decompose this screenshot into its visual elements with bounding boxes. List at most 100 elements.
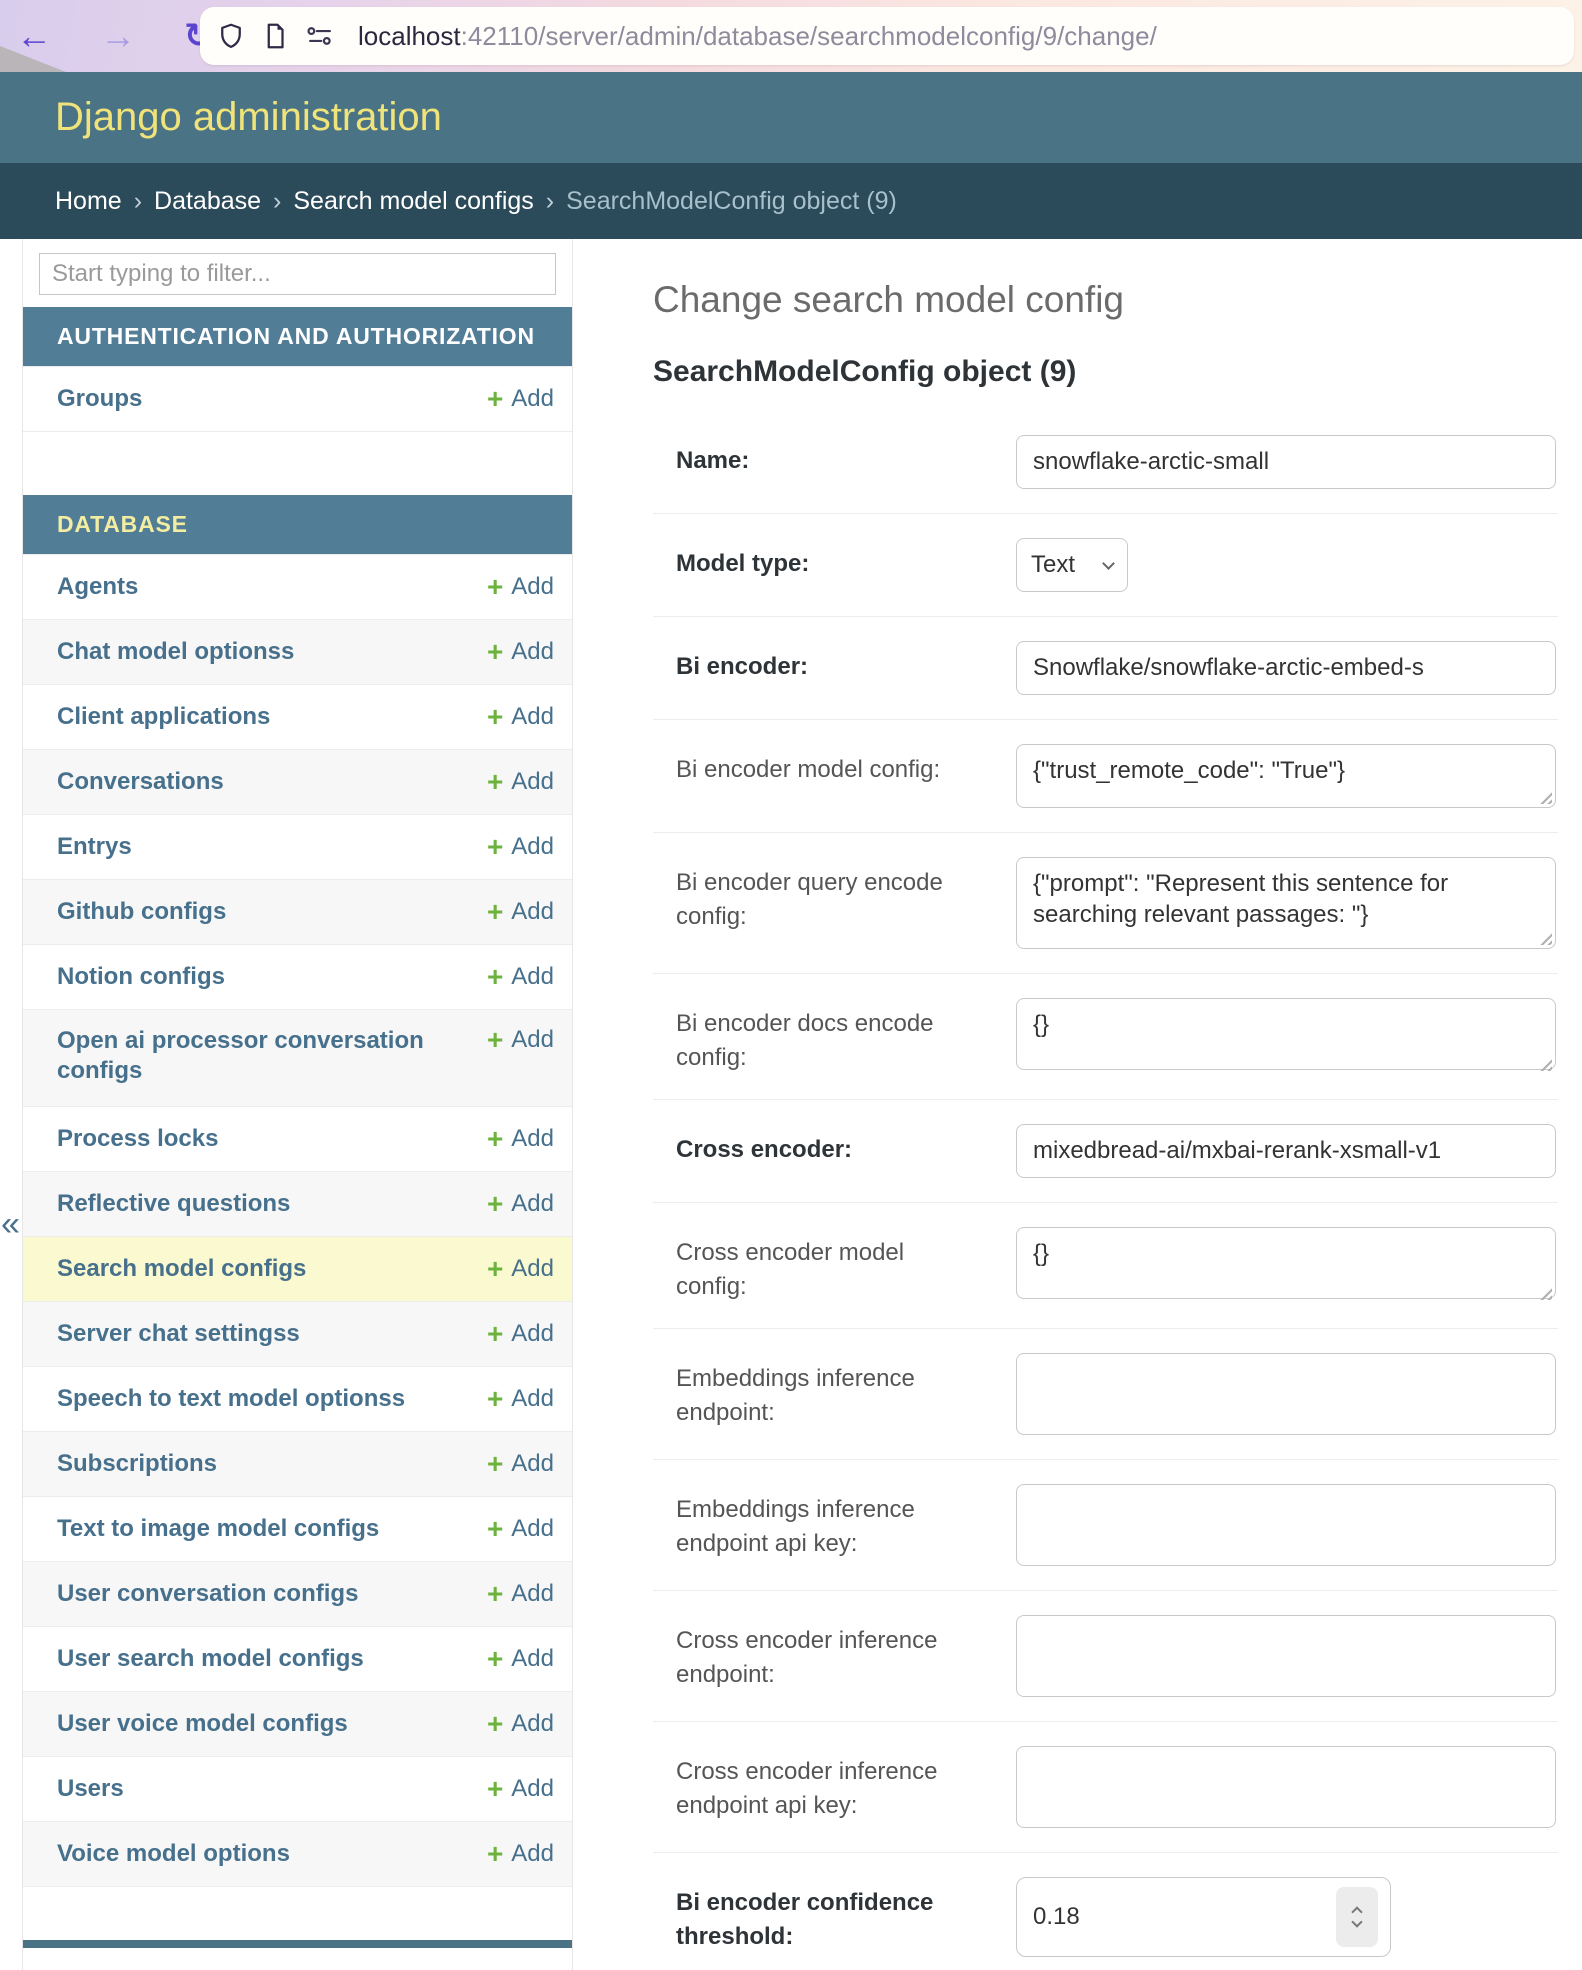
sidebar-link-current[interactable]: Search model configs: [57, 1254, 306, 1284]
add-button[interactable]: +Add: [487, 1320, 554, 1348]
sidebar-link[interactable]: User conversation configs: [57, 1579, 358, 1609]
sidebar-item-user-voice-model-configs: User voice model configs +Add: [23, 1691, 572, 1756]
sidebar-link[interactable]: Speech to text model optionss: [57, 1384, 405, 1414]
add-button[interactable]: +Add: [487, 703, 554, 731]
plus-icon: +: [487, 1387, 503, 1411]
breadcrumb-search-model-configs[interactable]: Search model configs: [293, 187, 533, 216]
sidebar-link[interactable]: Conversations: [57, 767, 224, 797]
sidebar-link[interactable]: Chat model optionss: [57, 637, 294, 667]
bi-encoder-model-config-textarea[interactable]: {"trust_remote_code": "True"}: [1016, 744, 1556, 808]
sidebar-link[interactable]: Subscriptions: [57, 1449, 217, 1479]
page-info-icon[interactable]: [260, 21, 290, 51]
sidebar-link[interactable]: Text to image model configs: [57, 1514, 379, 1544]
sidebar-link[interactable]: Voice model options: [57, 1839, 290, 1869]
sidebar-item-notion-configs: Notion configs +Add: [23, 944, 572, 1009]
number-spinner[interactable]: [1336, 1887, 1378, 1947]
browser-back-icon[interactable]: ←: [16, 18, 52, 54]
sidebar-toggle-strip[interactable]: «: [0, 239, 22, 1970]
add-button[interactable]: +Add: [487, 833, 554, 861]
sidebar-link[interactable]: Entrys: [57, 832, 132, 862]
add-button[interactable]: +Add: [487, 1385, 554, 1413]
add-button[interactable]: +Add: [487, 573, 554, 601]
sidebar-link[interactable]: User voice model configs: [57, 1709, 348, 1739]
section-auth-header[interactable]: AUTHENTICATION AND AUTHORIZATION: [23, 307, 572, 366]
address-bar[interactable]: localhost:42110/server/admin/database/se…: [200, 7, 1574, 65]
add-button[interactable]: +Add: [487, 1580, 554, 1608]
sidebar-item-process-locks: Process locks +Add: [23, 1106, 572, 1171]
field-label: Embeddings inference endpoint:: [676, 1353, 976, 1435]
sidebar-filter-input[interactable]: [39, 253, 556, 295]
bi-encoder-query-encode-config-textarea[interactable]: {"prompt": "Represent this sentence for …: [1016, 857, 1556, 949]
field-label: Bi encoder confidence threshold:: [676, 1877, 976, 1957]
sidebar-link[interactable]: Groups: [57, 384, 142, 414]
plus-icon: +: [487, 1192, 503, 1216]
plus-icon: +: [487, 640, 503, 664]
browser-forward-icon[interactable]: →: [100, 18, 136, 54]
add-button[interactable]: +Add: [487, 898, 554, 926]
spinner-down-icon[interactable]: [1351, 1916, 1362, 1927]
url-path: :42110/server/admin/database/searchmodel…: [461, 21, 1157, 51]
breadcrumb-current: SearchModelConfig object (9): [566, 187, 897, 216]
name-input[interactable]: [1016, 435, 1556, 489]
embeddings-inference-endpoint-input[interactable]: [1016, 1353, 1556, 1435]
cross-encoder-inference-endpoint-input[interactable]: [1016, 1615, 1556, 1697]
sidebar-item-search-model-configs: Search model configs +Add: [23, 1236, 572, 1301]
plus-icon: +: [487, 1322, 503, 1346]
sidebar-item-user-search-model-configs: User search model configs +Add: [23, 1626, 572, 1691]
shield-icon[interactable]: [216, 21, 246, 51]
field-label: Bi encoder query encode config:: [676, 857, 976, 949]
add-button[interactable]: +Add: [487, 1026, 554, 1054]
breadcrumb-separator: ›: [546, 187, 554, 216]
cross-encoder-input[interactable]: [1016, 1124, 1556, 1178]
sidebar-link[interactable]: Open ai processor conversation configs: [57, 1026, 427, 1086]
bi-encoder-confidence-threshold-input[interactable]: 0.18: [1016, 1877, 1391, 1957]
url-text[interactable]: localhost:42110/server/admin/database/se…: [358, 21, 1157, 52]
plus-icon: +: [487, 1028, 503, 1052]
bi-encoder-docs-encode-config-textarea[interactable]: {}: [1016, 998, 1556, 1070]
breadcrumb-database[interactable]: Database: [154, 187, 261, 216]
add-button[interactable]: +Add: [487, 1515, 554, 1543]
add-button[interactable]: +Add: [487, 1645, 554, 1673]
bi-encoder-input[interactable]: [1016, 641, 1556, 695]
field-label: Cross encoder model config:: [676, 1227, 976, 1304]
sidebar-link[interactable]: Process locks: [57, 1124, 218, 1154]
add-button[interactable]: +Add: [487, 1450, 554, 1478]
add-button[interactable]: +Add: [487, 768, 554, 796]
sidebar-link[interactable]: Users: [57, 1774, 124, 1804]
add-button[interactable]: +Add: [487, 638, 554, 666]
field-label: Name:: [676, 435, 976, 489]
sidebar-link[interactable]: Client applications: [57, 702, 270, 732]
add-button[interactable]: +Add: [487, 1190, 554, 1218]
breadcrumb-home[interactable]: Home: [55, 187, 122, 216]
section-database-header[interactable]: DATABASE: [23, 495, 572, 554]
add-button[interactable]: +Add: [487, 1840, 554, 1868]
sidebar-link[interactable]: User search model configs: [57, 1644, 364, 1674]
add-button[interactable]: +Add: [487, 963, 554, 991]
field-row-bi-encoder-query-encode-config: Bi encoder query encode config: {"prompt…: [653, 832, 1558, 973]
sidebar-item-entrys: Entrys +Add: [23, 814, 572, 879]
embeddings-inference-endpoint-api-key-input[interactable]: [1016, 1484, 1556, 1566]
model-type-select[interactable]: Text: [1016, 538, 1128, 592]
add-button[interactable]: +Add: [487, 1775, 554, 1803]
sidebar-link[interactable]: Reflective questions: [57, 1189, 290, 1219]
site-title[interactable]: Django administration: [55, 95, 442, 140]
sidebar-link[interactable]: Agents: [57, 572, 138, 602]
sidebar-link[interactable]: Notion configs: [57, 962, 225, 992]
sidebar-item-speech-to-text-model-optionss: Speech to text model optionss +Add: [23, 1366, 572, 1431]
field-label: Cross encoder inference endpoint:: [676, 1615, 976, 1697]
field-row-name: Name:: [653, 411, 1558, 513]
field-row-cross-encoder-inference-endpoint: Cross encoder inference endpoint:: [653, 1590, 1558, 1721]
add-button[interactable]: +Add: [487, 1125, 554, 1153]
nav-sidebar: AUTHENTICATION AND AUTHORIZATION Groups …: [22, 239, 573, 1970]
cross-encoder-model-config-textarea[interactable]: {}: [1016, 1227, 1556, 1299]
add-button[interactable]: +Add: [487, 1710, 554, 1738]
sidebar-link[interactable]: Server chat settingss: [57, 1319, 300, 1349]
collapse-sidebar-icon[interactable]: «: [1, 1205, 20, 1244]
url-host: localhost: [358, 21, 461, 51]
add-groups-button[interactable]: +Add: [487, 385, 554, 413]
add-button[interactable]: +Add: [487, 1255, 554, 1283]
container-tab-icon[interactable]: [304, 21, 336, 51]
field-row-cross-encoder: Cross encoder:: [653, 1099, 1558, 1202]
sidebar-link[interactable]: Github configs: [57, 897, 226, 927]
cross-encoder-inference-endpoint-api-key-input[interactable]: [1016, 1746, 1556, 1828]
